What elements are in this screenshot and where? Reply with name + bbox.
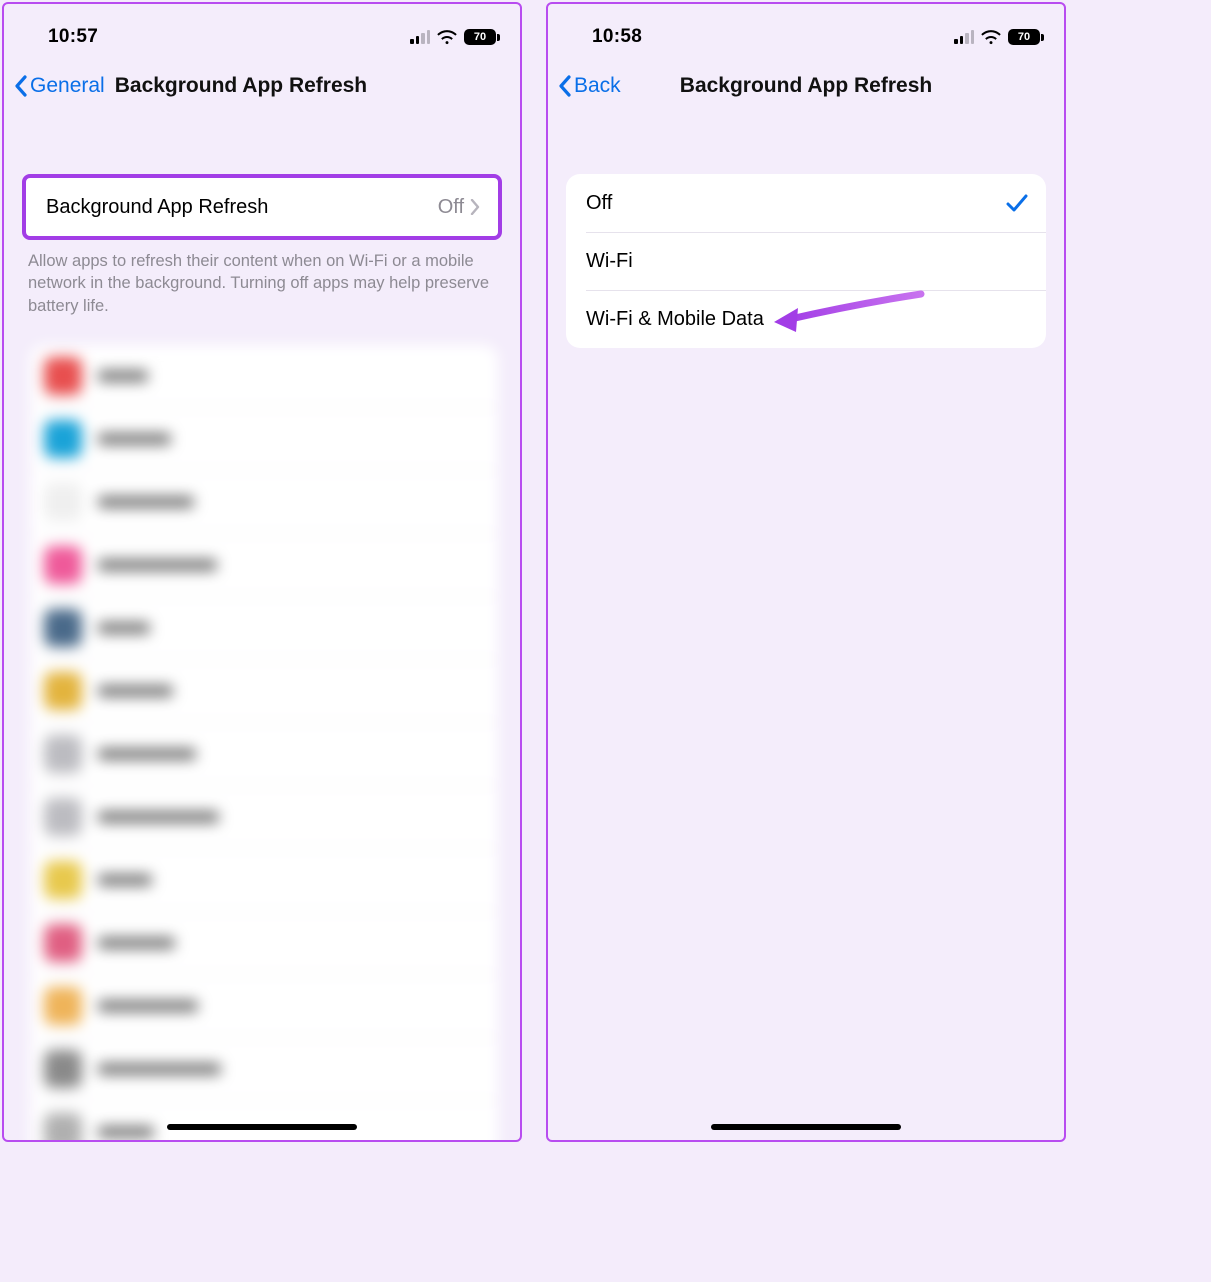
option-wifi[interactable]: Wi-Fi xyxy=(566,232,1046,290)
app-row-blurred xyxy=(30,723,498,786)
nav-bar: General Background App Refresh xyxy=(4,60,520,116)
app-row-blurred xyxy=(30,597,498,660)
home-indicator xyxy=(711,1124,901,1130)
row-label: Off xyxy=(586,192,1006,215)
app-row-blurred xyxy=(30,471,498,534)
battery-icon: 70 xyxy=(464,29,496,45)
footer-description: Allow apps to refresh their content when… xyxy=(4,240,520,317)
options-group: Off Wi-Fi Wi-Fi & Mobile Data xyxy=(566,174,1046,348)
row-label: Background App Refresh xyxy=(46,196,438,219)
app-row-blurred xyxy=(30,849,498,912)
option-wifi-mobile-data[interactable]: Wi-Fi & Mobile Data xyxy=(566,290,1046,348)
background-app-refresh-row[interactable]: Background App Refresh Off xyxy=(26,178,498,236)
option-off[interactable]: Off xyxy=(566,174,1046,232)
app-row-blurred xyxy=(30,1101,498,1142)
wifi-icon xyxy=(437,29,457,45)
row-label: Wi-Fi & Mobile Data xyxy=(586,308,1028,331)
battery-icon: 70 xyxy=(1008,29,1040,45)
chevron-right-icon xyxy=(470,199,480,215)
app-row-blurred xyxy=(30,408,498,471)
status-time: 10:58 xyxy=(592,26,642,48)
row-value: Off xyxy=(438,196,464,219)
app-row-blurred xyxy=(30,912,498,975)
cellular-icon xyxy=(410,30,430,44)
chevron-left-icon xyxy=(14,75,28,97)
nav-bar: Back Background App Refresh xyxy=(548,60,1064,116)
back-label: General xyxy=(30,74,105,98)
app-row-blurred xyxy=(30,786,498,849)
app-row-blurred xyxy=(30,660,498,723)
status-bar: 10:58 70 xyxy=(548,4,1064,60)
app-row-blurred xyxy=(30,975,498,1038)
app-row-blurred xyxy=(30,345,498,408)
status-icons: 70 xyxy=(954,29,1040,45)
status-time: 10:57 xyxy=(48,26,98,48)
battery-level: 70 xyxy=(1018,31,1030,43)
app-row-blurred xyxy=(30,534,498,597)
app-row-blurred xyxy=(30,1038,498,1101)
status-icons: 70 xyxy=(410,29,496,45)
back-button[interactable]: General xyxy=(14,74,105,98)
cellular-icon xyxy=(954,30,974,44)
app-list-blurred xyxy=(30,345,498,1142)
row-label: Wi-Fi xyxy=(586,250,1028,273)
page-title: Background App Refresh xyxy=(548,74,1064,98)
battery-level: 70 xyxy=(474,31,486,43)
phone-left: 10:57 70 General Background App Refresh … xyxy=(2,2,522,1142)
home-indicator xyxy=(167,1124,357,1130)
status-bar: 10:57 70 xyxy=(4,4,520,60)
phone-right: 10:58 70 Back Background App Refresh Off xyxy=(546,2,1066,1142)
wifi-icon xyxy=(981,29,1001,45)
checkmark-icon xyxy=(1006,193,1028,213)
page-title: Background App Refresh xyxy=(115,74,367,98)
main-setting-group: Background App Refresh Off xyxy=(22,174,502,240)
